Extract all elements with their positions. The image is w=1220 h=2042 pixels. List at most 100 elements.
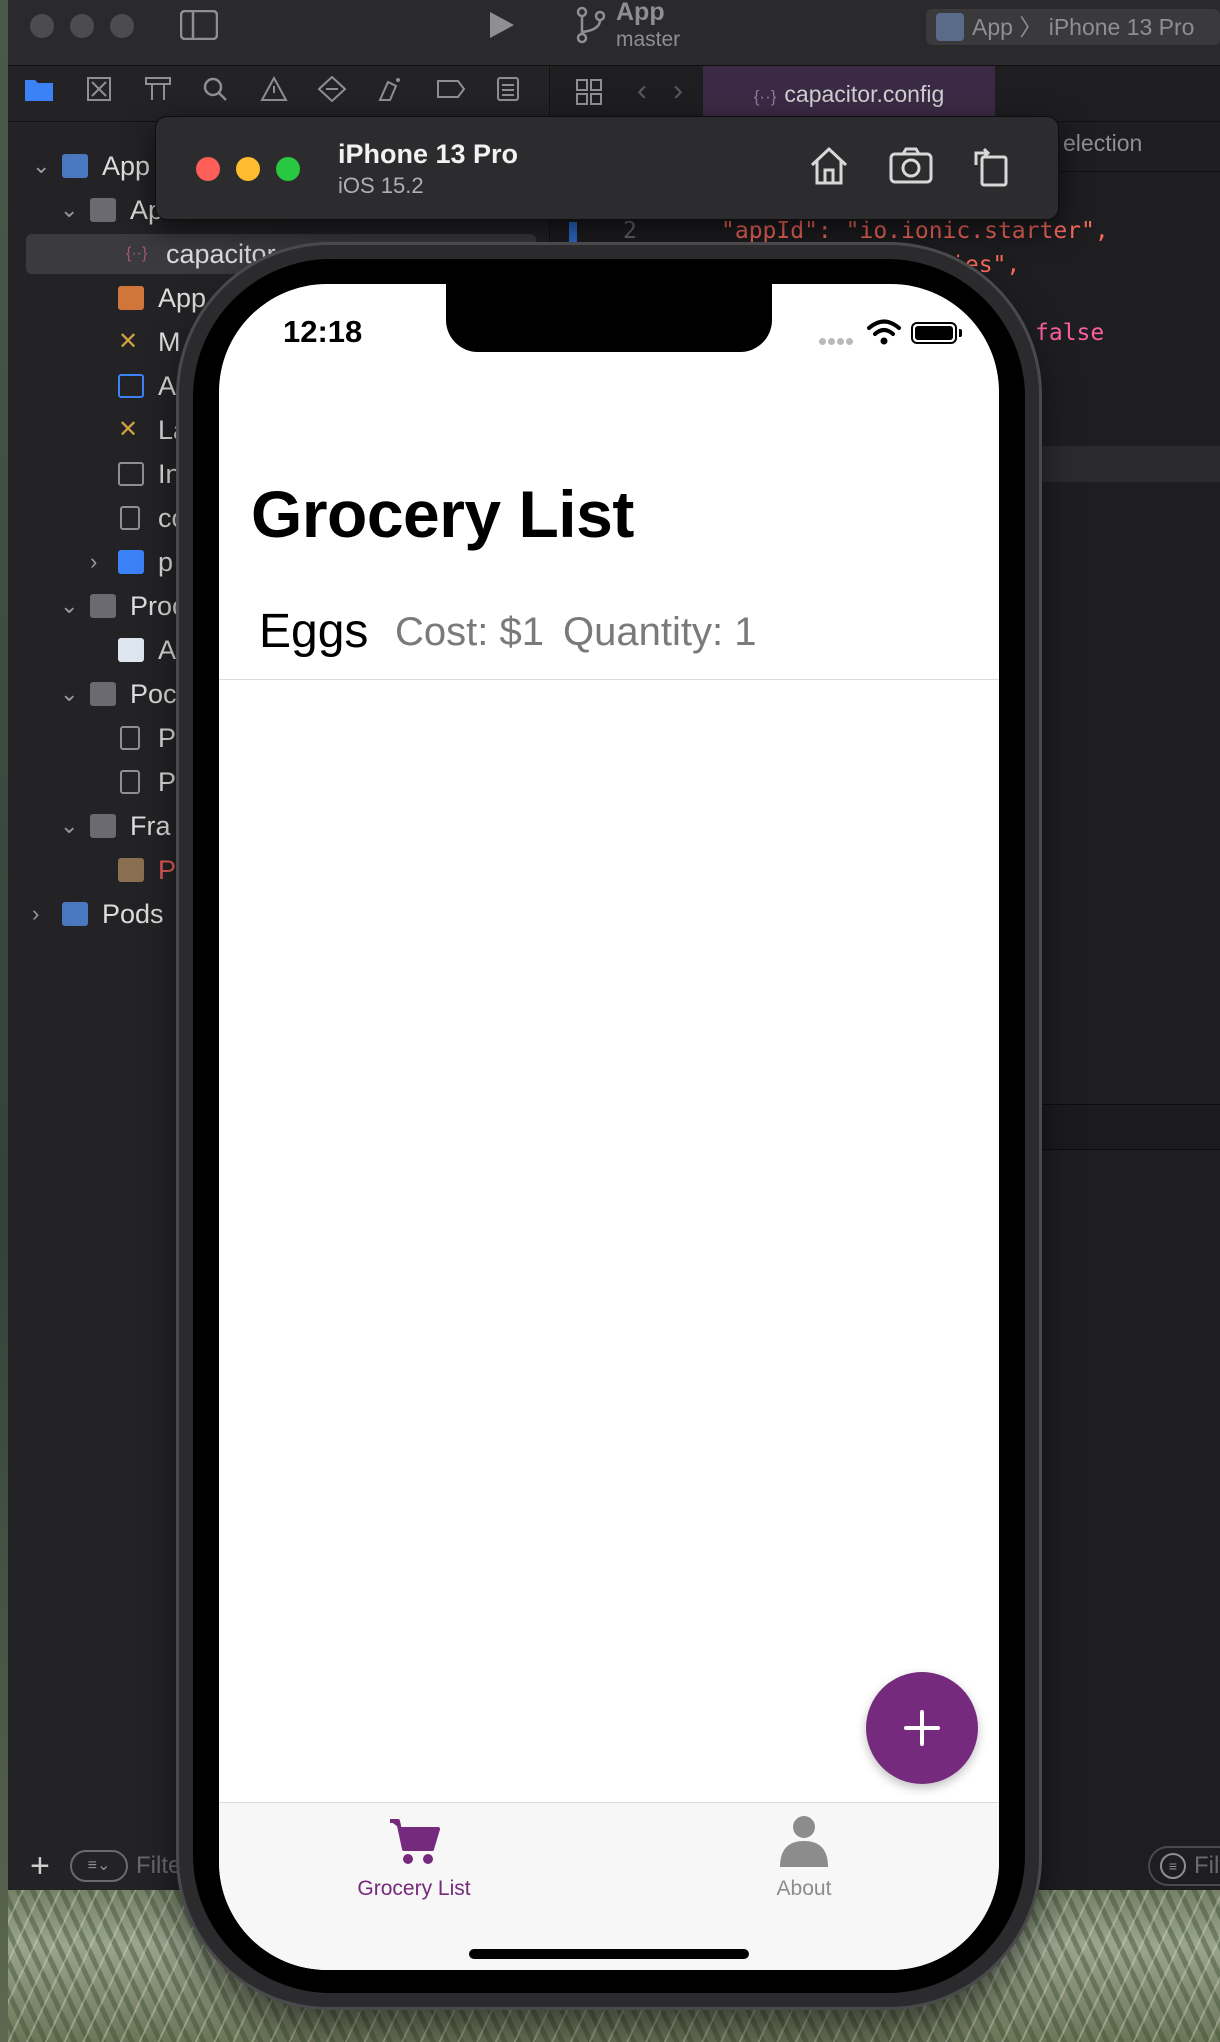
find-icon[interactable] (202, 76, 228, 109)
navigator-selector-bar (8, 66, 550, 122)
forward-icon[interactable]: › (673, 74, 683, 108)
page-title: Grocery List (251, 477, 634, 551)
sidebar-toggle-icon[interactable] (179, 9, 219, 46)
code-text: false (1035, 320, 1105, 346)
rotate-icon[interactable] (968, 143, 1014, 189)
tree-item-label: M (158, 327, 181, 357)
list-item[interactable]: Eggs Cost: $1 Quantity: 1 (219, 584, 999, 680)
folder-icon (90, 682, 116, 706)
wifi-icon (867, 318, 901, 351)
screenshot-icon[interactable] (888, 143, 934, 189)
home-indicator[interactable] (469, 1949, 749, 1959)
tree-item-label: Pods (102, 899, 164, 929)
tree-item-label: P (158, 855, 177, 885)
editor-tab-bar: ‹ › {··} capacitor.config (551, 66, 1220, 122)
chevron-down-icon[interactable]: ⌄ (32, 146, 50, 186)
simulator-os-version: iOS 15.2 (338, 173, 424, 198)
item-name: Eggs (259, 605, 369, 658)
jump-bar-text[interactable]: election (1063, 130, 1142, 157)
cart-icon (384, 1815, 444, 1867)
person-icon (774, 1815, 834, 1867)
project-icon (62, 154, 88, 178)
item-quantity: Quantity: 1 (563, 610, 757, 654)
code-line[interactable]: false (1035, 320, 1104, 346)
tree-item-label: A (158, 635, 177, 665)
folder-icon (118, 550, 144, 574)
breakpoint-icon[interactable] (436, 76, 466, 109)
home-icon[interactable] (806, 143, 852, 189)
report-icon[interactable] (496, 76, 520, 109)
code-text: "appId": "io.ionic.starter", (721, 218, 1109, 244)
xcode-toolbar: App master App 〉 iPhone 13 Pro (8, 0, 1220, 66)
chevron-down-icon[interactable]: ⌄ (60, 190, 78, 230)
tab-bar: Grocery List About (219, 1802, 999, 1970)
tab-capacitor-config[interactable]: {··} capacitor.config (703, 66, 995, 122)
plist-icon (118, 462, 144, 486)
battery-icon (911, 322, 957, 344)
chevron-right-icon[interactable]: › (90, 542, 97, 582)
chevron-down-icon[interactable]: ⌄ (60, 586, 78, 626)
back-icon[interactable]: ‹ (637, 74, 647, 108)
chevron-down-icon[interactable]: ⌄ (60, 806, 78, 846)
config-file-icon: {··} (753, 87, 777, 106)
tree-item-label: A (158, 371, 177, 401)
tree-item-label: P (158, 723, 177, 753)
simulator-zoom-button[interactable] (276, 157, 300, 181)
run-icon[interactable] (488, 10, 516, 46)
folder-icon (90, 814, 116, 838)
tree-item-label: In (158, 459, 181, 489)
chevron-right-icon[interactable]: › (32, 894, 39, 934)
run-destination-breadcrumb[interactable]: App 〉 iPhone 13 Pro (926, 9, 1220, 45)
line-number: 2 (623, 218, 637, 244)
code-line[interactable]: "appId": "io.ionic.starter", (721, 218, 1109, 244)
simulator-close-button[interactable] (196, 157, 220, 181)
add-item-button[interactable] (866, 1672, 978, 1784)
console-filter-input[interactable]: ≡ Filte (1148, 1846, 1220, 1886)
xcode-close-button[interactable] (30, 14, 54, 38)
desktop-wallpaper-edge (0, 0, 8, 2042)
folder-icon[interactable] (24, 76, 54, 109)
warning-icon[interactable] (260, 75, 288, 109)
folder-icon (90, 198, 116, 222)
tree-item-label: Fra (130, 811, 171, 841)
breadcrumb-text: App 〉 iPhone 13 Pro (972, 14, 1195, 40)
battery-tip (959, 329, 962, 337)
project-icon (62, 902, 88, 926)
symbol-icon[interactable] (144, 76, 172, 109)
code-line[interactable]: 2 (623, 218, 637, 244)
file-icon (120, 770, 140, 794)
simulator-device-name: iPhone 13 Pro (338, 139, 519, 169)
tab-about[interactable]: About (609, 1803, 999, 1913)
item-cost: Cost: $1 (395, 610, 544, 654)
add-icon[interactable]: + (30, 1846, 50, 1886)
navigator-filter-input[interactable]: Filte (136, 1846, 181, 1886)
debug-icon[interactable] (376, 76, 404, 109)
tree-item-label: App (102, 151, 151, 181)
filter-icon: ≡ (1160, 1853, 1186, 1879)
iphone-notch (446, 284, 772, 352)
app-product-icon (118, 638, 144, 662)
tree-item-label: P (158, 767, 177, 797)
grid-icon[interactable] (575, 78, 603, 113)
tab-grocery-list[interactable]: Grocery List (219, 1803, 609, 1913)
tree-item-label: Proc (130, 591, 186, 621)
assets-icon (118, 374, 144, 398)
folder-icon (90, 594, 116, 618)
storyboard-icon: ✕ (118, 416, 139, 443)
chevron-down-icon[interactable]: ⌄ (60, 674, 78, 714)
tree-item-label: p (158, 547, 174, 577)
tab-label: Grocery List (357, 1877, 471, 1900)
file-icon (120, 506, 140, 530)
simulator-titlebar: iPhone 13 Pro iOS 15.2 (155, 116, 1059, 220)
filter-options-icon[interactable]: ≡⌄ (70, 1850, 128, 1882)
scheme-title[interactable]: App (616, 0, 665, 27)
branch-icon (576, 6, 606, 50)
tree-item-label: App (158, 283, 207, 313)
scheme-branch: master (616, 28, 681, 51)
config-file-icon: {··} (126, 245, 148, 262)
xcode-zoom-button[interactable] (110, 14, 134, 38)
source-control-icon[interactable] (86, 76, 112, 109)
simulator-minimize-button[interactable] (236, 157, 260, 181)
xcode-minimize-button[interactable] (70, 14, 94, 38)
test-icon[interactable] (317, 75, 347, 109)
